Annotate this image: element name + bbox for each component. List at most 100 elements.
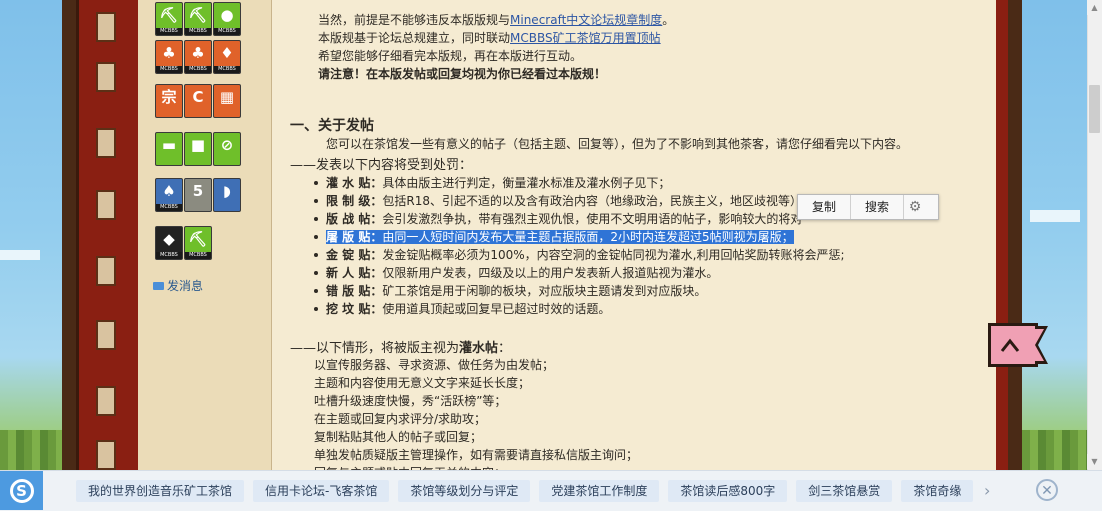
gear-icon[interactable]: ⚙: [903, 195, 926, 219]
plant-medal-icon[interactable]: ♣ MCBBS: [184, 40, 212, 74]
search-button[interactable]: 搜索: [851, 195, 903, 219]
rule-term: 错 版 贴：: [326, 284, 383, 298]
related-search-chip[interactable]: 茶馆等级划分与评定: [398, 480, 531, 502]
medal-glyph: ▦: [219, 88, 235, 106]
medal-glyph: ⛏: [159, 6, 179, 24]
rule-item: 金 锭 贴：发金锭贴概率必须为100%，内容空洞的金锭帖同视为灌水,利用回帖奖励…: [326, 246, 845, 263]
rule-term: 挖 坟 贴：: [326, 302, 383, 316]
rule-text: 由同一人短时间内发布大量主题占据版面，2小时内连发超过5帖则视为屠版；: [382, 230, 794, 244]
scroll-down-arrow-icon[interactable]: ▼: [1087, 454, 1102, 469]
grid-medal-icon[interactable]: ▦: [213, 84, 241, 118]
rule-item: 灌 水 贴：具体由版主进行判定，衡量灌水标准及灌水例子见下；: [326, 174, 670, 191]
related-search-chip[interactable]: 信用卡论坛-飞客茶馆: [253, 480, 390, 502]
scroll-up-arrow-icon[interactable]: ▲: [1087, 0, 1102, 15]
bullet: [314, 217, 318, 221]
spam-criteria-line: 以宣传服务器、寻求资源、做任务为由发帖；: [314, 358, 555, 372]
medal-glyph: ◆: [163, 230, 175, 248]
s-logo-mark: S: [9, 478, 34, 503]
badge-5-medal-icon[interactable]: 5: [184, 178, 212, 212]
rule-item: 新 人 贴：仅限新用户发表，四级及以上的用户发表新人报道贴视为灌水。: [326, 264, 718, 281]
medal-tag: MCBBS: [156, 252, 182, 259]
send-message-label: 发消息: [167, 279, 204, 293]
medal-glyph: ♠: [162, 182, 176, 200]
rule-term: 限 制 级：: [326, 194, 383, 208]
medal-glyph: ◗: [223, 182, 231, 200]
copy-button[interactable]: 复制: [798, 195, 850, 219]
rule-text: 仅限新用户发表，四级及以上的用户发表新人报道贴视为灌水。: [382, 266, 719, 280]
rule-text: 发金锭贴概率必须为100%，内容空洞的金锭帖同视为灌水,利用回帖奖励转账将会严惩…: [382, 248, 845, 262]
send-message-link[interactable]: 发消息: [153, 277, 203, 294]
sticky-post-link[interactable]: MCBBS矿工茶馆万用置顶帖: [510, 31, 661, 45]
book-right-edge: [1008, 0, 1022, 470]
related-search-chip[interactable]: 党建茶馆工作制度: [539, 480, 660, 502]
related-search-chip[interactable]: 剑三茶馆悬赏: [796, 480, 893, 502]
scrollbar[interactable]: [1087, 0, 1102, 510]
bullet: [314, 235, 318, 239]
rule-term: 灌 水 贴：: [326, 176, 383, 190]
forum-rules-link[interactable]: Minecraft中文论坛规章制度: [510, 13, 662, 27]
medal-glyph: ⛏: [188, 6, 208, 24]
apple-medal-icon[interactable]: ● MCBBS: [213, 2, 241, 36]
rule-item: 挖 坟 贴：使用道具顶起或回复早已超过时效的话题。: [326, 300, 610, 317]
rule-item: 屠 版 贴：由同一人短时间内发布大量主题占据版面，2小时内连发超过5帖则视为屠版…: [326, 228, 794, 245]
medal-tag: MCBBS: [214, 66, 240, 73]
bread-medal-icon[interactable]: ◗: [213, 178, 241, 212]
section-1-heading: 一、关于发帖: [290, 118, 374, 134]
intro-warning: 请注意！在本版发帖或回复均视为你已经看过本版规！: [318, 67, 607, 81]
plant-medal-icon[interactable]: ♣ MCBBS: [155, 40, 183, 74]
binding-notch: [96, 386, 116, 416]
rule-text: 会引发激烈争执，带有强烈主观仇恨，使用不文明用语的帖子，影响较大的将对: [382, 212, 803, 226]
medal-tag: MCBBS: [214, 28, 240, 35]
chevron-right-icon[interactable]: ›: [984, 480, 998, 502]
sponge-block-medal-icon[interactable]: ■: [184, 132, 212, 166]
book-left-edge: [62, 0, 76, 470]
intro-line-3: 希望您能够仔细看完本版规，再在本版进行互动。: [318, 49, 583, 63]
medal-glyph: ⊘: [220, 136, 234, 154]
medal-glyph: ♦: [220, 44, 234, 62]
related-search-chip[interactable]: 茶馆读后感800字: [668, 480, 788, 502]
spam-criteria-line: 复制粘贴其他人的帖子或回复；: [314, 430, 483, 444]
medal-tag: MCBBS: [185, 252, 211, 259]
medal-tag: MCBBS: [185, 28, 211, 35]
search-engine-logo-icon[interactable]: S: [0, 471, 43, 510]
cloud: [1030, 210, 1080, 222]
close-icon[interactable]: ✕: [1036, 479, 1058, 501]
book-right-binding: [996, 0, 1008, 470]
selection-popup: 复制 搜索 ⚙: [797, 194, 939, 220]
rule-text: 使用道具顶起或回复早已超过时效的话题。: [382, 302, 611, 316]
related-search-chip[interactable]: 我的世界创造音乐矿工茶馆: [76, 480, 245, 502]
medal-tag: MCBBS: [156, 66, 182, 73]
pickaxe-medal-icon[interactable]: ⛏ MCBBS: [155, 2, 183, 36]
binding-notch: [96, 128, 116, 158]
cloud: [0, 250, 40, 260]
bullet: [314, 253, 318, 257]
section-1-description: 您可以在茶馆发一些有意义的帖子（包括主题、回复等），但为了不影响到其他茶客，请您…: [326, 137, 909, 151]
medal-glyph: ⛏: [188, 230, 208, 248]
diamond-pickaxe-medal-icon[interactable]: ⛏ MCBBS: [184, 226, 212, 260]
pickaxe-medal-icon[interactable]: ⛏ MCBBS: [184, 2, 212, 36]
scrollbar-thumb[interactable]: [1089, 85, 1100, 133]
binding-notch: [96, 320, 116, 350]
bullet: [314, 289, 318, 293]
redstone-medal-icon[interactable]: ♦ MCBBS: [213, 40, 241, 74]
binding-notch: [96, 62, 116, 92]
banner-flag-icon[interactable]: [988, 323, 1050, 367]
section-1-subheading: ——发表以下内容将受到处罚：: [290, 158, 473, 173]
tree-medal-icon[interactable]: ♠ MCBBS: [155, 178, 183, 212]
spam-criteria-line: 主题和内容使用无意义文字来延长长度；: [314, 376, 531, 390]
medal-tag: MCBBS: [156, 28, 182, 35]
c-logo-medal-icon[interactable]: C: [184, 84, 212, 118]
no-tnt-medal-icon[interactable]: ⊘: [213, 132, 241, 166]
hanzi-medal-icon[interactable]: 宗: [155, 84, 183, 118]
medal-glyph: ■: [190, 136, 206, 154]
related-search-chip[interactable]: 茶馆奇缘: [901, 480, 974, 502]
section-2-heading: ——以下情形，将被版主视为灌水帖：: [290, 341, 512, 356]
rule-item: 版 战 帖：会引发激烈争执，带有强烈主观仇恨，使用不文明用语的帖子，影响较大的将…: [326, 210, 802, 227]
medal-glyph: ♣: [162, 44, 176, 62]
ore-medal-icon[interactable]: ◆ MCBBS: [155, 226, 183, 260]
medal-glyph: C: [192, 88, 204, 106]
gold-ingot-medal-icon[interactable]: ▬: [155, 132, 183, 166]
binding-notch: [96, 440, 116, 470]
rule-item: 错 版 贴：矿工茶馆是用于闲聊的板块，对应版块主题请发到对应版块。: [326, 282, 706, 299]
bullet: [314, 307, 318, 311]
